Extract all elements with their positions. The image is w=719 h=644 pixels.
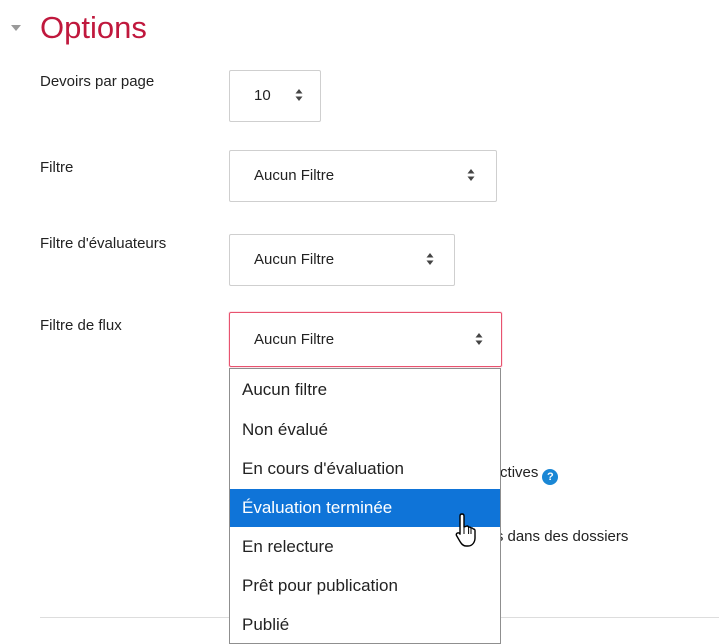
filter-label: Filtre (40, 159, 74, 176)
folders-option[interactable]: mis dans des dossiers (480, 526, 628, 548)
folders-text: mis dans des dossiers (480, 528, 629, 545)
workflow-filter-row: Filtre de flux Aucun Filtre (0, 312, 719, 370)
sort-arrows-icon (467, 169, 475, 181)
workflow-filter-label: Filtre de flux (40, 317, 122, 334)
dropdown-option-en-cours[interactable]: En cours d'évaluation (230, 450, 500, 488)
dropdown-option-pret-publication[interactable]: Prêt pour publication (230, 567, 500, 605)
filter-row: Filtre Aucun Filtre (0, 150, 719, 210)
collapse-triangle-icon[interactable] (10, 22, 22, 34)
filter-value: Aucun Filtre (254, 167, 335, 184)
sort-arrows-icon (475, 333, 483, 345)
per-page-label: Devoirs par page (40, 73, 155, 90)
per-page-value: 10 (254, 87, 271, 104)
grader-filter-label: Filtre d'évaluateurs (40, 235, 167, 252)
help-icon[interactable]: ? (542, 469, 559, 485)
workflow-filter-select[interactable]: Aucun Filtre (229, 312, 502, 367)
workflow-filter-dropdown[interactable]: Aucun filtre Non évalué En cours d'évalu… (229, 368, 501, 644)
grader-filter-select[interactable]: Aucun Filtre (229, 234, 455, 286)
per-page-row: Devoirs par page 10 (0, 70, 719, 130)
dropdown-option-aucun-filtre[interactable]: Aucun filtre (230, 371, 500, 409)
workflow-filter-value: Aucun Filtre (254, 331, 335, 348)
per-page-select[interactable]: 10 (229, 70, 321, 122)
section-header[interactable]: Options (0, 0, 719, 60)
filter-select[interactable]: Aucun Filtre (229, 150, 497, 202)
sort-arrows-icon (426, 253, 434, 265)
dropdown-option-publie[interactable]: Publié (230, 606, 500, 644)
grader-filter-row: Filtre d'évaluateurs Aucun Filtre (0, 232, 719, 292)
mouse-pointer-icon (455, 513, 476, 547)
sort-arrows-icon (295, 89, 303, 101)
section-title: Options (40, 10, 147, 45)
dropdown-option-non-evalue[interactable]: Non évalué (230, 411, 500, 449)
grader-filter-value: Aucun Filtre (254, 251, 335, 268)
